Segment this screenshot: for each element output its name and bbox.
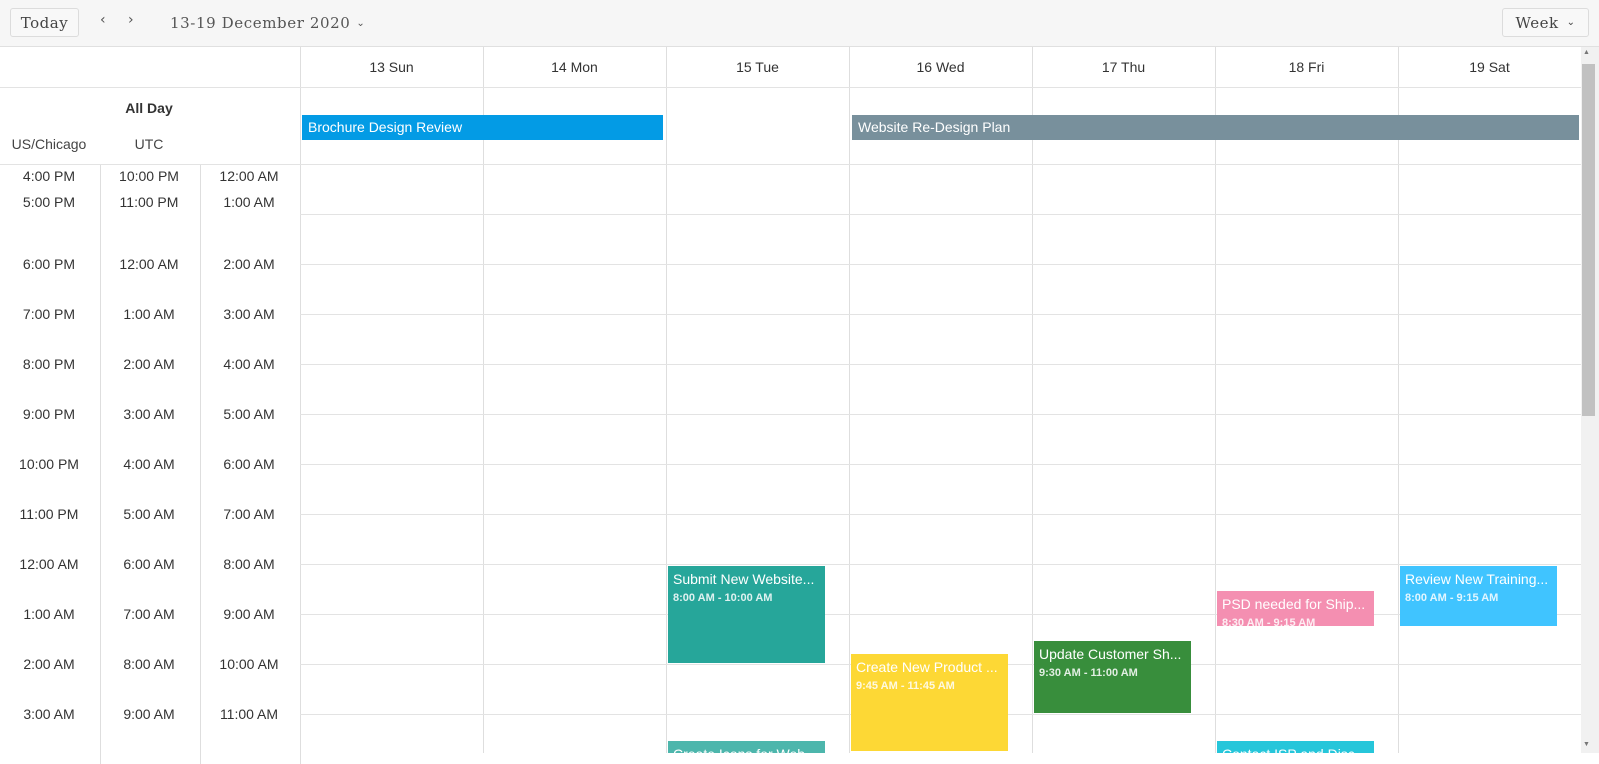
day-column-divider	[1398, 47, 1399, 753]
time-label-utc: 5:00 AM	[123, 506, 175, 522]
hour-line	[300, 464, 1581, 465]
hour-line	[300, 264, 1581, 265]
event-title: Submit New Website...	[673, 571, 815, 587]
calendar-event[interactable]: Create New Product ... 9:45 AM - 11:45 AM	[851, 653, 1008, 751]
event-title: Create New Product ...	[856, 658, 998, 675]
time-label-local: 11:00 AM	[219, 706, 279, 722]
week-grid: All Day US/Chicago UTC 13 Sun 14 Mon 15 Tu…	[0, 47, 1599, 764]
event-time: 8:00 AM - 10:00 AM	[673, 592, 773, 604]
time-label-chicago: 8:00 PM	[22, 356, 76, 372]
time-label-local: 8:00 AM	[223, 556, 275, 572]
time-label-utc: 6:00 AM	[123, 556, 175, 572]
next-week-icon[interactable]: ›	[128, 12, 134, 28]
all-day-event[interactable]: Website Re-Design Plan	[852, 115, 1579, 140]
time-label-chicago: 11:00 PM	[19, 506, 79, 522]
time-label-local: 6:00 AM	[223, 456, 275, 472]
time-label-chicago: 2:00 AM	[23, 656, 75, 672]
day-column-divider	[1032, 47, 1033, 753]
time-label-local: 9:00 AM	[223, 606, 275, 622]
time-label-local: 2:00 AM	[223, 256, 275, 272]
event-title: Contact ISP and Disc...	[1222, 746, 1369, 753]
event-time: 9:45 AM - 11:45 AM	[856, 679, 955, 692]
calendar-event[interactable]: Create Icons for Web...	[668, 741, 825, 753]
all-day-event[interactable]: Brochure Design Review	[302, 115, 663, 140]
scrollbar-thumb[interactable]	[1582, 64, 1595, 416]
hour-line	[300, 364, 1581, 365]
time-label-local: 1:00 AM	[223, 194, 275, 210]
calendar-event[interactable]: Review New Training... 8:00 AM - 9:15 AM	[1400, 566, 1557, 626]
hour-line	[300, 614, 1581, 615]
chevron-down-icon: ⌄	[1566, 17, 1576, 28]
previous-week-icon[interactable]: ‹	[100, 12, 106, 28]
hour-line	[300, 214, 1581, 215]
time-label-local: 5:00 AM	[223, 406, 275, 422]
event-title: Update Customer Sh...	[1039, 646, 1182, 662]
time-label-utc: 4:00 AM	[123, 456, 175, 472]
hour-line	[300, 314, 1581, 315]
time-label-chicago: 7:00 PM	[22, 306, 76, 322]
timezone-label-chicago: US/Chicago	[11, 136, 87, 152]
day-header[interactable]: 16 Wed	[849, 47, 1032, 87]
view-select-label: Week	[1515, 13, 1559, 32]
today-button[interactable]: Today	[10, 8, 79, 37]
event-time: 8:30 AM - 9:15 AM	[1222, 617, 1316, 626]
time-label-utc: 7:00 AM	[123, 606, 175, 622]
grid-divider	[300, 47, 301, 753]
time-label-utc: 12:00 AM	[119, 256, 179, 272]
hour-line	[300, 414, 1581, 415]
event-time: 8:00 AM - 9:15 AM	[1405, 592, 1499, 604]
date-range-label: 13-19 December 2020	[170, 14, 351, 32]
time-label-chicago: 4:00 PM	[22, 168, 76, 184]
time-label-local: 3:00 AM	[223, 306, 275, 322]
hour-line	[300, 514, 1581, 515]
date-range-picker[interactable]: 13-19 December 2020 ⌄	[170, 14, 365, 32]
header-divider	[0, 164, 1581, 165]
time-label-utc: 8:00 AM	[123, 656, 175, 672]
time-label-chicago: 6:00 PM	[22, 256, 76, 272]
scroll-down-icon[interactable]: ▼	[1583, 741, 1590, 748]
calendar-event[interactable]: Contact ISP and Disc...	[1217, 741, 1374, 753]
event-title: Create Icons for Web...	[673, 746, 820, 753]
time-label-local: 10:00 AM	[219, 656, 279, 672]
time-label-chicago: 9:00 PM	[22, 406, 76, 422]
day-column-divider	[1215, 47, 1216, 753]
event-title: Review New Training...	[1405, 571, 1549, 587]
event-title: PSD needed for Ship...	[1222, 596, 1366, 612]
scroll-up-icon[interactable]: ▲	[1583, 49, 1590, 56]
day-column-divider	[849, 47, 850, 753]
day-header[interactable]: 15 Tue	[666, 47, 849, 87]
time-label-chicago: 10:00 PM	[19, 456, 79, 472]
calendar-event[interactable]: Update Customer Sh... 9:30 AM - 11:00 AM	[1034, 641, 1191, 713]
time-label-utc: 1:00 AM	[123, 306, 175, 322]
day-column-divider	[483, 47, 484, 753]
time-label-utc: 11:00 PM	[119, 194, 179, 210]
time-label-utc: 9:00 AM	[123, 706, 175, 722]
time-label-local: 4:00 AM	[223, 356, 275, 372]
time-label-local: 7:00 AM	[223, 506, 275, 522]
view-select-button[interactable]: Week ⌄	[1502, 8, 1589, 37]
time-label-chicago: 5:00 PM	[22, 194, 76, 210]
timezone-label-utc: UTC	[134, 136, 164, 152]
all-day-label: All Day	[125, 100, 173, 116]
time-label-utc: 10:00 PM	[119, 168, 179, 184]
header-divider	[0, 87, 1581, 88]
time-label-utc: 3:00 AM	[123, 406, 175, 422]
calendar-event[interactable]: PSD needed for Ship... 8:30 AM - 9:15 AM	[1217, 591, 1374, 626]
event-time: 9:30 AM - 11:00 AM	[1039, 667, 1138, 679]
calendar-toolbar: Today ‹ › 13-19 December 2020 ⌄ Week ⌄	[0, 0, 1599, 47]
time-label-chicago: 12:00 AM	[19, 556, 79, 572]
chevron-down-icon: ⌄	[356, 18, 366, 29]
calendar-event[interactable]: Submit New Website... 8:00 AM - 10:00 AM	[668, 566, 825, 663]
day-header[interactable]: 18 Fri	[1215, 47, 1398, 87]
day-header[interactable]: 17 Thu	[1032, 47, 1215, 87]
time-label-chicago: 1:00 AM	[23, 606, 75, 622]
day-header[interactable]: 14 Mon	[483, 47, 666, 87]
day-column-divider	[666, 47, 667, 753]
hour-line	[300, 564, 1581, 565]
time-label-utc: 2:00 AM	[123, 356, 175, 372]
time-label-local: 12:00 AM	[219, 168, 279, 184]
time-label-chicago: 3:00 AM	[23, 706, 75, 722]
day-header[interactable]: 13 Sun	[300, 47, 483, 87]
day-header[interactable]: 19 Sat	[1398, 47, 1581, 87]
